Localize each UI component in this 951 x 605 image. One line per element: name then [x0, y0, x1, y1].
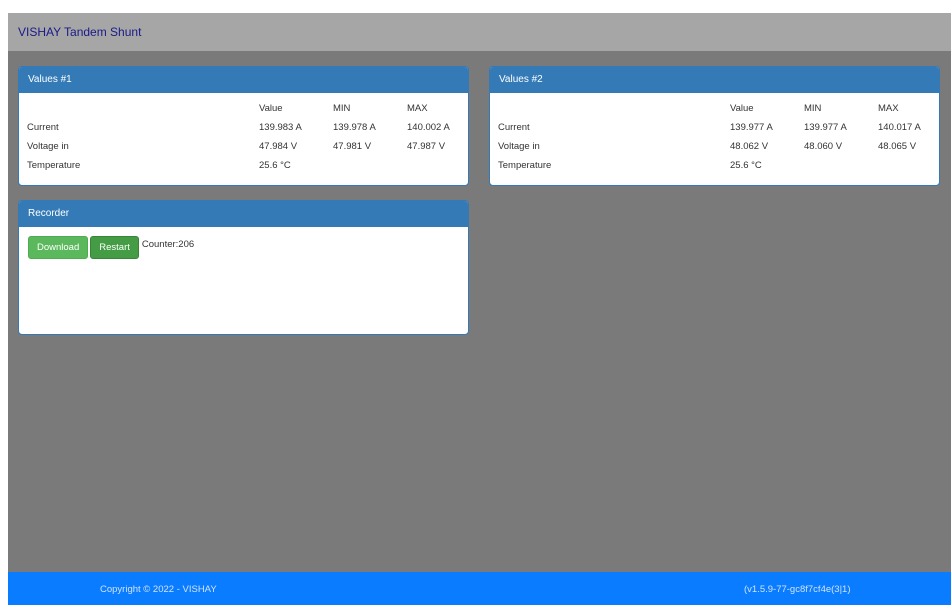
values-2-body: Value MIN MAX Current 139.977 A 139.977 …	[490, 93, 939, 181]
row-label: Voltage in	[498, 141, 540, 152]
copyright-text: Copyright © 2022 - VISHAY	[100, 584, 217, 595]
values-1-body: Value MIN MAX Current 139.983 A 139.978 …	[19, 93, 468, 181]
header-value: Value	[730, 103, 754, 114]
values-2-table: Value MIN MAX Current 139.977 A 139.977 …	[498, 99, 931, 175]
table-row: Temperature 25.6 °C	[498, 156, 931, 175]
row-min	[333, 156, 407, 175]
table-row: Voltage in 47.984 V 47.981 V 47.987 V	[27, 137, 460, 156]
row-label: Voltage in	[27, 141, 69, 152]
header-label-blank	[498, 99, 730, 118]
recorder-panel: Recorder Download Restart Counter:206	[18, 200, 469, 335]
values-1-panel: Values #1 Value MIN MAX Current 139.983 …	[18, 66, 469, 186]
row-value: 139.977 A	[730, 122, 773, 133]
table-header-row: Value MIN MAX	[498, 99, 931, 118]
brand-title[interactable]: VISHAY Tandem Shunt	[18, 25, 141, 39]
row-value: 48.062 V	[730, 141, 769, 152]
row-min: 139.978 A	[333, 122, 376, 133]
footer: Copyright © 2022 - VISHAY (v1.5.9-77-gc8…	[8, 572, 951, 605]
table-row: Temperature 25.6 °C	[27, 156, 460, 175]
header-max: MAX	[407, 103, 428, 114]
recorder-body: Download Restart Counter:206	[19, 227, 468, 268]
version-text: (v1.5.9-77-gc8f7cf4e(3|1)	[744, 584, 851, 595]
counter-text: Counter:206	[141, 239, 195, 250]
row-min: 48.060 V	[804, 141, 843, 152]
table-row: Current 139.983 A 139.978 A 140.002 A	[27, 118, 460, 137]
row-value: 25.6 °C	[730, 160, 762, 171]
row-min: 47.981 V	[333, 141, 372, 152]
row-max	[878, 156, 931, 175]
header-min: MIN	[333, 103, 351, 114]
recorder-heading: Recorder	[19, 201, 468, 227]
row-max: 140.002 A	[407, 122, 450, 133]
row-max	[407, 156, 460, 175]
row-value: 47.984 V	[259, 141, 298, 152]
download-button[interactable]: Download	[28, 236, 89, 259]
values-2-panel: Values #2 Value MIN MAX Current 139.977 …	[489, 66, 940, 186]
row-label: Temperature	[27, 160, 81, 171]
row-min	[804, 156, 878, 175]
table-row: Voltage in 48.062 V 48.060 V 48.065 V	[498, 137, 931, 156]
restart-button[interactable]: Restart	[90, 236, 139, 259]
values-2-heading: Values #2	[490, 67, 939, 93]
header-max: MAX	[878, 103, 899, 114]
table-header-row: Value MIN MAX	[27, 99, 460, 118]
navbar: VISHAY Tandem Shunt	[8, 13, 951, 51]
row-min: 139.977 A	[804, 122, 847, 133]
values-1-table: Value MIN MAX Current 139.983 A 139.978 …	[27, 99, 460, 175]
row-max: 47.987 V	[407, 141, 446, 152]
row-value: 139.983 A	[259, 122, 302, 133]
header-value: Value	[259, 103, 283, 114]
values-1-heading: Values #1	[19, 67, 468, 93]
header-min: MIN	[804, 103, 822, 114]
row-max: 140.017 A	[878, 122, 921, 133]
row-value: 25.6 °C	[259, 160, 291, 171]
row-label: Current	[27, 122, 59, 133]
header-label-blank	[27, 99, 259, 118]
row-max: 48.065 V	[878, 141, 917, 152]
app-frame: VISHAY Tandem Shunt Values #1 Value MIN …	[8, 13, 951, 605]
row-label: Temperature	[498, 160, 552, 171]
row-label: Current	[498, 122, 530, 133]
table-row: Current 139.977 A 139.977 A 140.017 A	[498, 118, 931, 137]
